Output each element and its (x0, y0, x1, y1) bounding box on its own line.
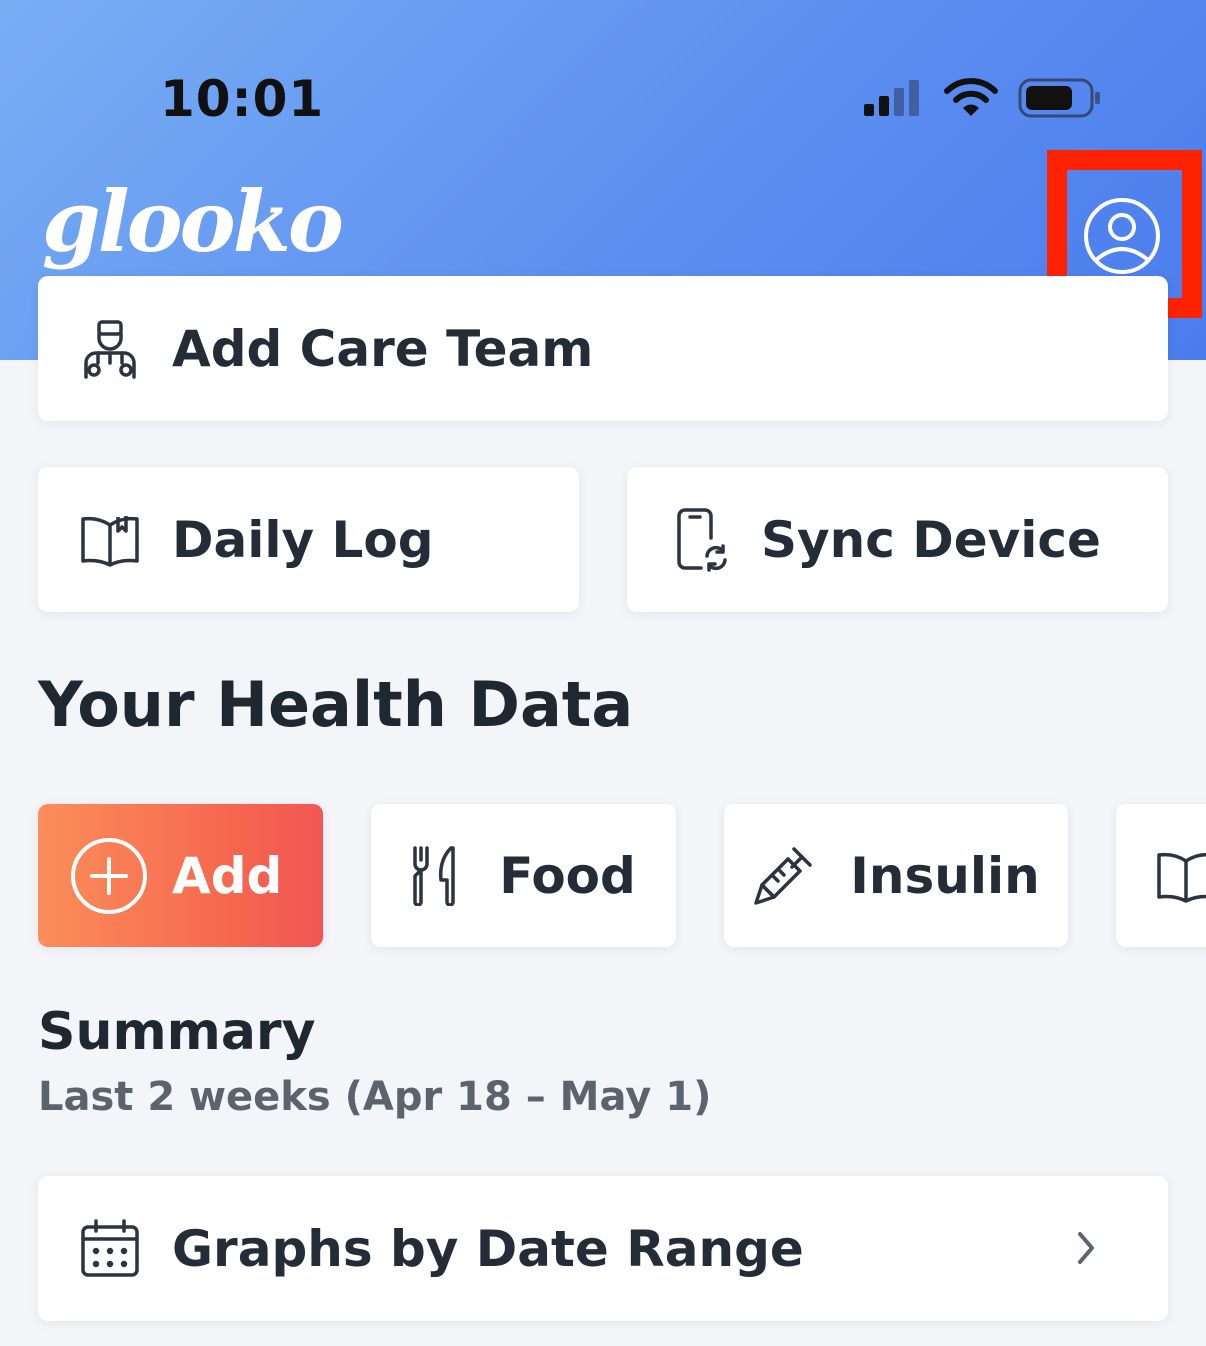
add-data-chip[interactable]: Add (38, 804, 323, 947)
graphs-by-date-range-button[interactable]: Graphs by Date Range (38, 1176, 1168, 1321)
daily-log-button[interactable]: Daily Log (38, 467, 579, 612)
food-chip[interactable]: Food (371, 804, 676, 947)
add-care-team-label: Add Care Team (172, 319, 594, 378)
doctor-icon (84, 319, 136, 379)
user-circle-icon[interactable] (1082, 196, 1162, 276)
calendar-icon (81, 1218, 139, 1277)
graphs-label: Graphs by Date Range (172, 1219, 804, 1278)
plus-circle-icon (71, 837, 147, 914)
fork-knife-icon (413, 845, 455, 906)
daily-log-label: Daily Log (172, 510, 434, 569)
sync-device-button[interactable]: Sync Device (627, 467, 1168, 612)
device-sync-icon (677, 507, 727, 572)
summary-date-range: Last 2 weeks (Apr 18 – May 1) (38, 1074, 712, 1120)
sync-device-label: Sync Device (761, 510, 1101, 569)
summary-title: Summary (38, 1002, 316, 1062)
log-chip[interactable] (1116, 804, 1206, 947)
battery-icon (1018, 78, 1100, 118)
book-icon (1157, 852, 1206, 903)
book-icon (81, 515, 139, 567)
chevron-right-icon (1078, 1232, 1094, 1264)
add-chip-label: Add (172, 846, 283, 905)
glooko-logo: glooko (42, 172, 344, 271)
add-care-team-button[interactable]: Add Care Team (38, 276, 1168, 421)
wifi-icon (944, 78, 998, 116)
food-chip-label: Food (499, 846, 636, 905)
syringe-icon (754, 846, 813, 905)
cellular-signal-icon (864, 80, 919, 116)
status-time: 10:01 (160, 70, 325, 128)
insulin-chip[interactable]: Insulin (724, 804, 1068, 947)
health-data-title: Your Health Data (38, 668, 634, 741)
insulin-chip-label: Insulin (850, 846, 1040, 905)
